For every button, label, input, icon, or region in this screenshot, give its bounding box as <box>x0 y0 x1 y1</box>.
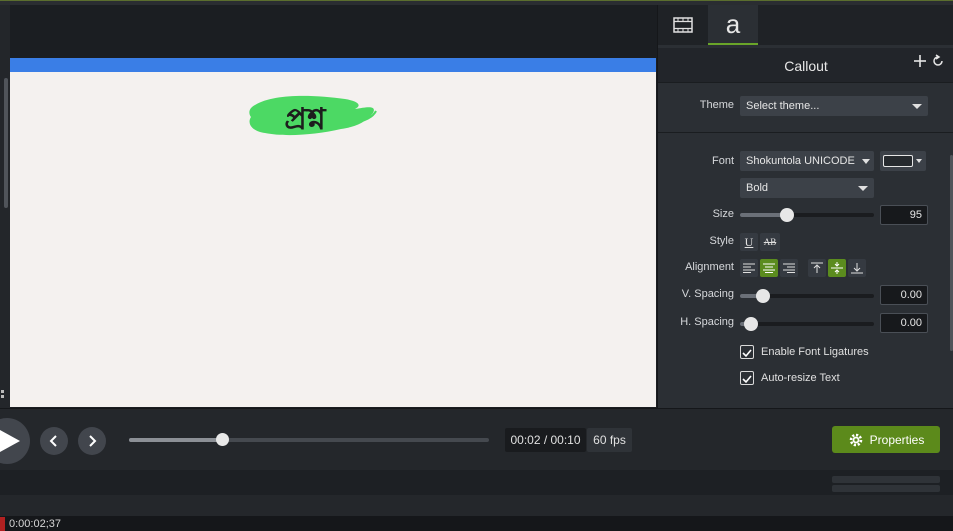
theme-label: Theme <box>699 99 734 111</box>
font-weight-value: Bold <box>746 182 769 194</box>
properties-button[interactable]: Properties <box>832 426 940 453</box>
fps-display[interactable]: 60 fps <box>587 428 632 452</box>
font-color-picker[interactable] <box>880 151 926 171</box>
style-label: Style <box>709 235 734 247</box>
valign-middle-button[interactable] <box>828 259 846 277</box>
underline-button[interactable]: U <box>740 233 758 251</box>
chevron-down-icon <box>862 159 870 164</box>
valign-bottom-button[interactable] <box>848 259 866 277</box>
chevron-left-icon <box>49 435 57 447</box>
align-left-button[interactable] <box>740 259 758 277</box>
align-bottom-icon <box>851 263 863 274</box>
underline-icon: U <box>744 234 754 249</box>
align-left-icon <box>743 263 755 273</box>
strikethrough-icon: AB <box>763 237 777 247</box>
callout-element[interactable]: প্রশ্ন <box>245 91 379 143</box>
v-spacing-label: V. Spacing <box>681 288 734 300</box>
v-spacing-knob[interactable] <box>756 289 770 303</box>
next-frame-button[interactable] <box>78 427 106 455</box>
theme-select-value: Select theme... <box>746 100 820 112</box>
autoresize-checkbox[interactable] <box>740 371 754 385</box>
align-center-icon <box>763 263 775 273</box>
timeline-control[interactable] <box>832 476 940 483</box>
font-label: Font <box>711 155 734 167</box>
properties-panel: a Callout Theme Select theme... Font Sho… <box>657 5 953 408</box>
align-top-icon <box>811 262 823 273</box>
camtasia-editor: প্রশ্ন a Callout Theme Select theme... F… <box>0 0 953 531</box>
alignment-label: Alignment <box>685 261 734 273</box>
font-weight-select[interactable]: Bold <box>740 178 874 198</box>
playhead-marker[interactable] <box>0 517 5 531</box>
align-right-button[interactable] <box>780 259 798 277</box>
align-right-icon <box>783 263 795 273</box>
film-icon <box>673 17 693 33</box>
timeline-row <box>0 495 953 516</box>
callout-text: প্রশ্ন <box>284 102 326 137</box>
canvas-scrollbar[interactable] <box>4 78 8 208</box>
timeline-ruler[interactable] <box>0 516 953 531</box>
chevron-right-icon <box>89 435 97 447</box>
color-swatch <box>883 155 913 167</box>
chevron-down-icon <box>858 186 868 191</box>
timecode-display: 00:02 / 00:10 <box>505 428 586 452</box>
header-accent-bar <box>10 58 656 72</box>
scrubber-handle[interactable] <box>216 433 229 446</box>
playback-bar: 00:02 / 00:10 60 fps Properties <box>0 408 953 470</box>
checkmark-icon <box>742 375 752 384</box>
scrubber-progress <box>129 438 222 442</box>
preview-canvas[interactable]: প্রশ্ন <box>10 58 656 407</box>
gear-icon <box>849 433 862 446</box>
panel-title: Callout <box>784 58 828 74</box>
size-input[interactable]: 95 <box>880 205 928 225</box>
add-icon[interactable] <box>913 54 927 68</box>
properties-button-label: Properties <box>869 432 925 447</box>
v-spacing-input[interactable]: 0.00 <box>880 285 928 305</box>
strikethrough-button[interactable]: AB <box>760 233 780 251</box>
tab-text-properties[interactable]: a <box>708 5 758 45</box>
timeline-control[interactable] <box>832 485 940 492</box>
h-spacing-knob[interactable] <box>744 317 758 331</box>
play-button[interactable] <box>0 418 30 464</box>
font-select-value: Shokuntola UNICODE <box>746 155 855 167</box>
checkmark-icon <box>742 349 752 358</box>
divider <box>658 82 953 83</box>
theme-select[interactable]: Select theme... <box>740 96 928 116</box>
h-spacing-label: H. Spacing <box>680 316 734 328</box>
divider <box>658 132 953 133</box>
previous-frame-button[interactable] <box>40 427 68 455</box>
playhead-time: 0:00:02;37 <box>9 518 61 530</box>
size-slider[interactable] <box>740 208 874 222</box>
reset-icon[interactable] <box>931 54 945 68</box>
grip-icon[interactable] <box>0 388 8 402</box>
valign-top-button[interactable] <box>808 259 826 277</box>
h-spacing-input[interactable]: 0.00 <box>880 313 928 333</box>
scrubber-track[interactable] <box>129 433 489 446</box>
align-middle-icon <box>831 262 843 274</box>
h-spacing-slider[interactable] <box>740 317 874 331</box>
tab-visual-properties[interactable] <box>658 5 708 45</box>
autoresize-label[interactable]: Auto-resize Text <box>761 372 840 384</box>
chevron-down-icon <box>912 104 922 109</box>
align-center-button[interactable] <box>760 259 778 277</box>
ligatures-label[interactable]: Enable Font Ligatures <box>761 346 869 358</box>
panel-tab-bar: a <box>658 5 953 45</box>
chevron-down-icon <box>916 159 922 163</box>
play-icon <box>0 430 20 452</box>
size-label: Size <box>712 208 734 220</box>
ligatures-checkbox[interactable] <box>740 345 754 359</box>
v-spacing-slider[interactable] <box>740 289 874 303</box>
font-select[interactable]: Shokuntola UNICODE <box>740 151 874 171</box>
size-slider-knob[interactable] <box>780 208 794 222</box>
